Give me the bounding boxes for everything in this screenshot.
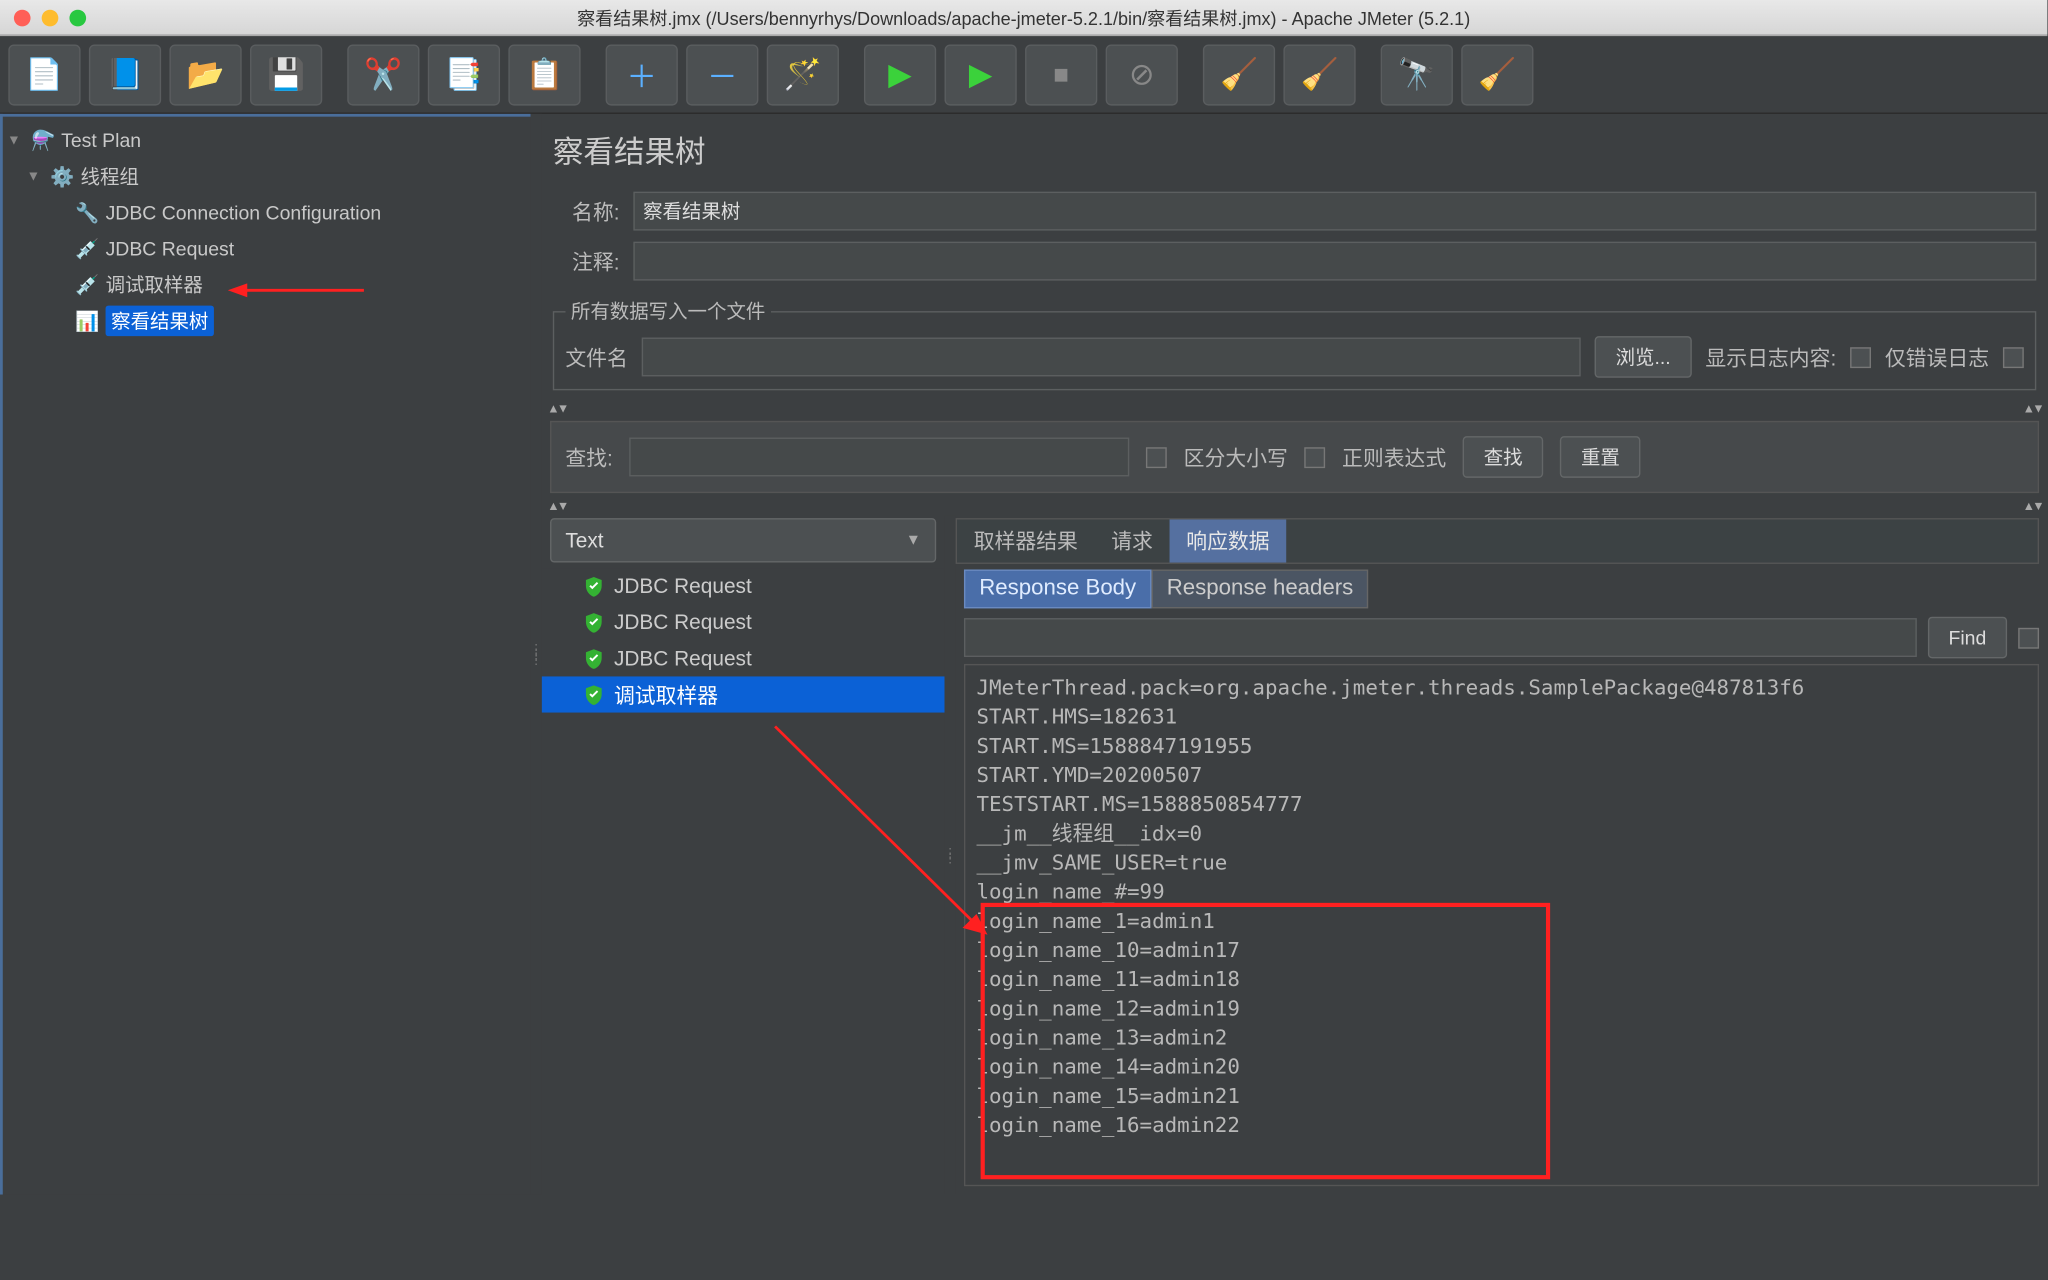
tree-node-label: 线程组 bbox=[81, 163, 139, 191]
panel-title: 察看结果树 bbox=[542, 114, 2048, 186]
templates-button[interactable]: 📘 bbox=[89, 44, 161, 105]
wrench-icon: 🔧 bbox=[75, 200, 100, 225]
result-row[interactable]: JDBC Request bbox=[542, 640, 945, 676]
tab-response-body[interactable]: Response Body bbox=[964, 569, 1151, 608]
add-button[interactable]: ＋ bbox=[606, 44, 678, 105]
regex-label: 正则表达式 bbox=[1342, 442, 1446, 471]
title-bar: 察看结果树.jmx (/Users/bennyrhys/Downloads/ap… bbox=[0, 0, 2047, 36]
tree-node-label: Test Plan bbox=[61, 129, 141, 151]
remove-button[interactable]: － bbox=[686, 44, 758, 105]
response-find-input[interactable] bbox=[964, 618, 1917, 657]
search-reset-button[interactable]: 重置 bbox=[1560, 436, 1641, 478]
window-controls bbox=[14, 9, 86, 26]
start-no-timers-button[interactable]: ▶ bbox=[945, 44, 1017, 105]
search-button[interactable]: 🔭 bbox=[1381, 44, 1453, 105]
split-handle-top[interactable]: ▲▼▲▼ bbox=[542, 401, 2048, 418]
filename-input[interactable] bbox=[642, 338, 1581, 377]
tree-node-thread-group[interactable]: ▼⚙️ 线程组 bbox=[6, 158, 528, 194]
result-row[interactable]: JDBC Request bbox=[542, 568, 945, 604]
flask-icon: ⚗️ bbox=[31, 128, 56, 153]
success-shield-icon bbox=[581, 682, 606, 707]
tree-node-label: JDBC Connection Configuration bbox=[106, 201, 382, 223]
write-results-legend: 所有数据写入一个文件 bbox=[565, 297, 771, 325]
results-list: JDBC Request JDBC Request JDBC Request 调试取样… bbox=[542, 568, 945, 1194]
tree-node-debug-sampler[interactable]: 💉 调试取样器 bbox=[6, 267, 528, 303]
close-window-icon[interactable] bbox=[14, 9, 31, 26]
chevron-down-icon: ▼ bbox=[906, 532, 921, 549]
result-row-label: 调试取样器 bbox=[614, 680, 718, 709]
new-file-button[interactable]: 📄 bbox=[8, 44, 80, 105]
success-only-checkbox[interactable] bbox=[2003, 347, 2024, 368]
regex-checkbox[interactable] bbox=[1305, 447, 1326, 468]
result-row[interactable]: 调试取样器 bbox=[542, 676, 945, 712]
tab-request[interactable]: 请求 bbox=[1095, 519, 1170, 562]
success-shield-icon bbox=[581, 646, 606, 671]
render-dropdown[interactable]: Text ▼ bbox=[550, 518, 936, 562]
detail-tabs: 取样器结果 请求 响应数据 bbox=[956, 518, 2039, 564]
cut-button[interactable]: ✂️ bbox=[347, 44, 419, 105]
dropper-icon: 💉 bbox=[75, 272, 100, 297]
write-results-fieldset: 所有数据写入一个文件 文件名 浏览... 显示日志内容: 仅错误日志 bbox=[553, 297, 2036, 390]
tree-node-label: 察看结果树 bbox=[106, 306, 214, 337]
result-row-label: JDBC Request bbox=[614, 610, 752, 634]
tab-sampler-result[interactable]: 取样器结果 bbox=[957, 519, 1095, 562]
search-input[interactable] bbox=[629, 438, 1129, 477]
tab-response-data[interactable]: 响应数据 bbox=[1170, 519, 1287, 562]
search-label: 查找: bbox=[565, 442, 612, 471]
chart-icon: 📊 bbox=[75, 308, 100, 333]
wand-button[interactable]: 🪄 bbox=[767, 44, 839, 105]
tree-node-label: JDBC Request bbox=[106, 238, 235, 260]
search-bar: 查找: 区分大小写 正则表达式 查找 重置 bbox=[550, 421, 2039, 493]
result-row-label: JDBC Request bbox=[614, 647, 752, 671]
paste-button[interactable]: 📋 bbox=[508, 44, 580, 105]
search-find-button[interactable]: 查找 bbox=[1463, 436, 1544, 478]
errors-only-checkbox[interactable] bbox=[1850, 347, 1871, 368]
open-button[interactable]: 📂 bbox=[169, 44, 241, 105]
result-row[interactable]: JDBC Request bbox=[542, 604, 945, 640]
stop-button[interactable]: ⏹ bbox=[1025, 44, 1097, 105]
render-dropdown-value: Text bbox=[565, 529, 603, 553]
show-log-label: 显示日志内容: bbox=[1705, 342, 1836, 371]
case-sensitive-checkbox[interactable] bbox=[1146, 447, 1167, 468]
success-shield-icon bbox=[581, 610, 606, 635]
start-button[interactable]: ▶ bbox=[864, 44, 936, 105]
tree-node-test-plan[interactable]: ▼⚗️ Test Plan bbox=[6, 122, 528, 158]
tree-resize-handle[interactable]: ⋮⋮⋮ bbox=[531, 114, 542, 1195]
response-find-checkbox[interactable] bbox=[2018, 627, 2039, 648]
tree-node-view-results-tree[interactable]: 📊 察看结果树 bbox=[6, 303, 528, 339]
results-resize-handle[interactable]: ⋮⋮ bbox=[945, 515, 956, 1194]
comment-input[interactable] bbox=[633, 242, 2036, 281]
tree-node-label: 调试取样器 bbox=[106, 271, 203, 299]
response-body-area[interactable]: JMeterThread.pack=org.apache.jmeter.thre… bbox=[964, 664, 2039, 1186]
broom-button[interactable]: 🧹 bbox=[1461, 44, 1533, 105]
split-handle-mid[interactable]: ▲▼▲▼ bbox=[542, 499, 2048, 516]
result-row-label: JDBC Request bbox=[614, 574, 752, 598]
tree-node-jdbc-config[interactable]: 🔧 JDBC Connection Configuration bbox=[6, 194, 528, 230]
window-title: 察看结果树.jmx (/Users/bennyrhys/Downloads/ap… bbox=[0, 4, 2047, 30]
test-plan-tree-panel: ▼⚗️ Test Plan ▼⚙️ 线程组 🔧 JDBC Connection … bbox=[0, 114, 531, 1195]
toolbar: 📄 📘 📂 💾 ✂️ 📑 📋 ＋ － 🪄 ▶ ▶ ⏹ ⊘ 🧹 🧹 🔭 🧹 bbox=[0, 36, 2047, 114]
name-input[interactable] bbox=[633, 192, 2036, 231]
case-sensitive-label: 区分大小写 bbox=[1184, 442, 1288, 471]
minimize-window-icon[interactable] bbox=[42, 9, 59, 26]
name-label: 名称: bbox=[553, 197, 620, 226]
shutdown-button[interactable]: ⊘ bbox=[1106, 44, 1178, 105]
tab-response-headers[interactable]: Response headers bbox=[1151, 569, 1368, 608]
comment-label: 注释: bbox=[553, 247, 620, 276]
browse-button[interactable]: 浏览... bbox=[1595, 336, 1692, 378]
tree-node-jdbc-request[interactable]: 💉 JDBC Request bbox=[6, 231, 528, 267]
errors-only-label: 仅错误日志 bbox=[1885, 342, 1989, 371]
clear-all-button[interactable]: 🧹 bbox=[1283, 44, 1355, 105]
save-button[interactable]: 💾 bbox=[250, 44, 322, 105]
copy-button[interactable]: 📑 bbox=[428, 44, 500, 105]
dropper-icon: 💉 bbox=[75, 236, 100, 261]
response-sub-tabs: Response Body Response headers bbox=[964, 569, 2039, 608]
success-shield-icon bbox=[581, 574, 606, 599]
response-find-button[interactable]: Find bbox=[1928, 617, 2007, 659]
gear-icon: ⚙️ bbox=[50, 164, 75, 189]
maximize-window-icon[interactable] bbox=[69, 9, 86, 26]
clear-button[interactable]: 🧹 bbox=[1203, 44, 1275, 105]
filename-label: 文件名 bbox=[565, 342, 628, 371]
